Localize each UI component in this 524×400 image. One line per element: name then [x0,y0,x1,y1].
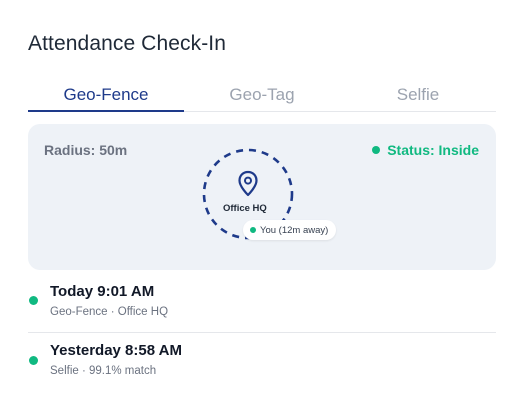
checkin-dot-icon [29,356,38,365]
map-pin-icon [238,170,258,197]
checkin-history-list: Today 9:01 AM Geo-Fence · Office HQ Yest… [28,282,496,384]
user-distance-label: You (12m away) [260,224,329,236]
list-item[interactable]: Yesterday 8:58 AM Selfie · 99.1% match [28,332,496,384]
page-title: Attendance Check-In [28,32,227,55]
checkin-detail: Geo-Fence · Office HQ [50,306,169,318]
user-dot-icon [250,227,256,233]
tab-selfie[interactable]: Selfie [340,80,496,111]
list-item[interactable]: Today 9:01 AM Geo-Fence · Office HQ [28,282,496,326]
checkin-detail: Selfie · 99.1% match [50,365,157,377]
office-location-label: Office HQ [223,203,267,214]
user-location-marker[interactable]: You (12m away) [243,220,337,240]
attendance-checkin-screen: Attendance Check-In Geo-Fence Geo-Tag Se… [0,0,524,400]
checkin-method-tabs: Geo-Fence Geo-Tag Selfie [28,80,496,112]
geo-fence-circle [202,148,294,240]
checkin-time: Today 9:01 AM [50,283,155,300]
geo-fence-map: Radius: 50m Status: Inside Office HQ You… [28,124,496,270]
tab-geo-fence[interactable]: Geo-Fence [28,80,184,112]
checkin-dot-icon [29,296,38,305]
checkin-time: Yesterday 8:58 AM [50,342,183,359]
tab-geo-tag[interactable]: Geo-Tag [184,80,340,111]
